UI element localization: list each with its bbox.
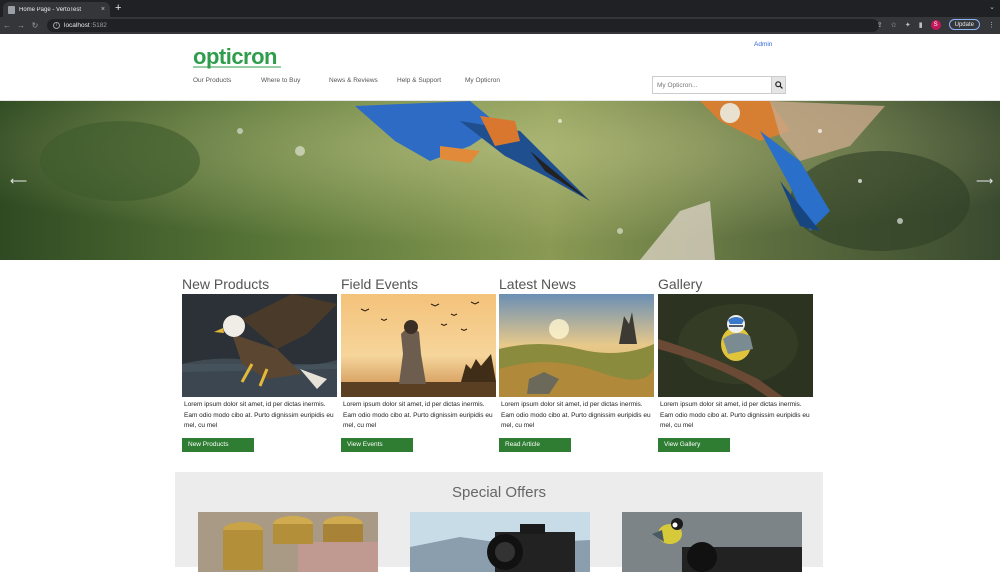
search-button[interactable]	[771, 76, 786, 94]
view-events-button[interactable]: View Events	[341, 438, 413, 452]
special-offers-section: Special Offers	[175, 472, 823, 572]
logo-decoration	[193, 66, 281, 68]
chevron-down-icon[interactable]: ⌄	[989, 3, 995, 11]
nav-where-to-buy[interactable]: Where to Buy	[261, 77, 329, 84]
slider-next-arrow[interactable]: ⟶	[976, 174, 993, 188]
section-description: Lorem ipsum dolor sit amet, id per dicta…	[184, 401, 334, 429]
search-input[interactable]	[652, 76, 772, 94]
profile-avatar[interactable]: S	[930, 19, 941, 30]
section-title: Gallery	[658, 276, 703, 292]
hero-banner: ⟵ ⟶	[0, 101, 1000, 260]
reload-icon[interactable]: ↻	[28, 21, 42, 30]
update-button[interactable]: Update	[948, 19, 980, 30]
landscape-image	[499, 294, 654, 397]
page-icon	[8, 5, 15, 14]
nav-news-reviews[interactable]: News & Reviews	[329, 77, 397, 84]
great-tit-offer-image[interactable]	[622, 512, 802, 572]
browser-toolbar: ← → ↻ i localhost :5182 ⇪ ☆ ✦ ▮ S Update…	[0, 17, 1000, 34]
section-title: New Products	[182, 276, 270, 292]
section-title: Field Events	[341, 276, 419, 292]
admin-link[interactable]: Admin	[754, 41, 772, 48]
view-gallery-button[interactable]: View Gallery	[658, 438, 730, 452]
forward-arrow-icon[interactable]: →	[14, 21, 28, 30]
coins-offer-image[interactable]	[198, 512, 378, 572]
camera-offer-image[interactable]	[410, 512, 590, 572]
slider-prev-arrow[interactable]: ⟵	[10, 174, 27, 188]
back-arrow-icon[interactable]: ←	[0, 21, 14, 30]
close-icon[interactable]: ×	[101, 6, 105, 13]
section-new-products: New Products Lorem ipsum dolor sit amet,…	[182, 276, 337, 452]
section-latest-news: Latest News Lorem ipsum dolor sit amet, …	[499, 276, 654, 452]
nav-our-products[interactable]: Our Products	[193, 77, 261, 84]
address-bar[interactable]: i localhost :5182	[47, 19, 879, 32]
section-title: Special Offers	[452, 484, 546, 501]
browser-actions: ⇪ ☆ ✦ ▮ S Update ⋮	[877, 19, 995, 30]
star-icon[interactable]: ☆	[891, 21, 897, 29]
browser-tab[interactable]: Home Page - VertoTest ×	[3, 2, 110, 17]
share-icon[interactable]: ⇪	[877, 21, 883, 29]
main-nav: Our Products Where to Buy News & Reviews…	[193, 77, 533, 84]
birdwatcher-image	[341, 294, 496, 397]
section-description: Lorem ipsum dolor sit amet, id per dicta…	[501, 401, 651, 429]
section-description: Lorem ipsum dolor sit amet, id per dicta…	[660, 401, 810, 429]
section-field-events: Field Events Lorem ipsum dolor sit amet,…	[341, 276, 496, 452]
section-gallery: Gallery Lorem ipsum dolor sit amet, id p…	[658, 276, 813, 452]
tab-title: Home Page - VertoTest	[19, 6, 82, 13]
eagle-image	[182, 294, 337, 397]
read-article-button[interactable]: Read Article	[499, 438, 571, 452]
section-description: Lorem ipsum dolor sit amet, id per dicta…	[343, 401, 493, 429]
new-tab-button[interactable]: +	[115, 2, 121, 14]
nav-help-support[interactable]: Help & Support	[397, 77, 465, 84]
menu-icon[interactable]: ⋮	[988, 21, 995, 29]
new-products-button[interactable]: New Products	[182, 438, 254, 452]
blue-tit-image	[658, 294, 813, 397]
kingfisher-hero-image	[0, 101, 1000, 260]
browser-tab-strip: Home Page - VertoTest × + ⌄	[0, 0, 1000, 17]
section-title: Latest News	[499, 276, 577, 292]
site-header: opticron Admin Our Products Where to Buy…	[0, 34, 1000, 101]
extensions-icon[interactable]: ✦	[905, 21, 911, 29]
search-icon	[774, 81, 783, 89]
nav-my-opticron[interactable]: My Opticron	[465, 77, 533, 84]
sidepanel-icon[interactable]: ▮	[919, 21, 923, 29]
url-port: :5182	[90, 22, 107, 29]
info-icon[interactable]: i	[53, 22, 60, 29]
url-host: localhost	[64, 22, 90, 29]
